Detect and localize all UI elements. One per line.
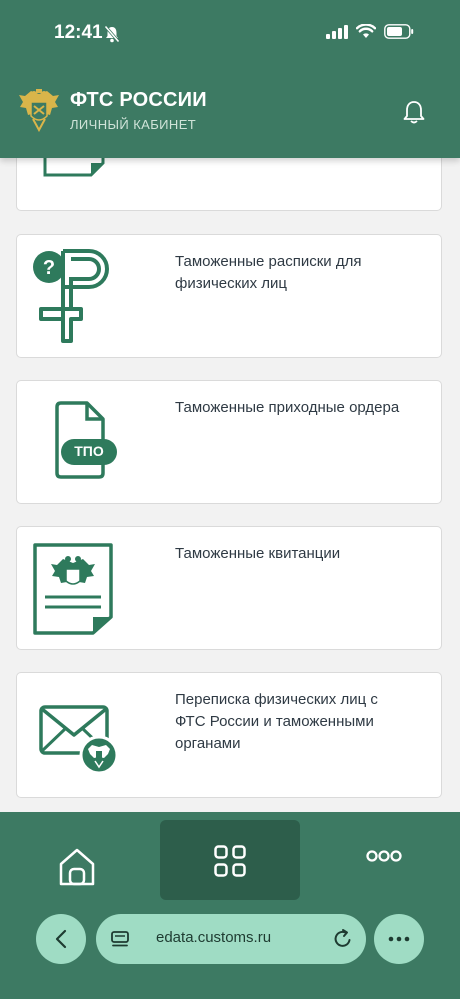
service-card-receipts[interactable]: ? Таможенные расписки для физических лиц [16,234,442,358]
brand-subtitle: ЛИЧНЫЙ КАБИНЕТ [70,117,197,132]
service-card-label: Переписка физических лиц с ФТС России и … [175,691,378,752]
service-card-receipts-kvitancii[interactable]: Таможенные квитанции [16,526,442,650]
status-indicators [326,24,414,39]
service-card-label: Таможенные приходные ордера [175,399,400,416]
app-header: 12:41 ФТС РОССИИ ЛИЧНЫЙ КАБИНЕТ [0,0,460,158]
brand-title: ФТС РОССИИ [70,89,207,111]
home-icon[interactable] [56,846,98,888]
address-bar[interactable]: edata.customs.ru [96,914,366,964]
envelope-emblem-icon [39,705,119,775]
wifi-icon [356,24,376,38]
certificate-document-icon [33,543,113,635]
service-card-label: Таможенные расписки для физических лиц [175,253,362,292]
service-card-orders[interactable]: ТПО Таможенные приходные ордера [16,380,442,504]
browser-back-button[interactable] [36,914,86,964]
battery-icon [384,24,414,39]
grid-icon [214,845,246,877]
chevron-left-icon [55,929,67,949]
more-dots-icon[interactable] [366,850,402,862]
tpo-document-icon [55,401,117,479]
reload-icon[interactable] [332,928,354,950]
service-card-correspondence[interactable]: Переписка физических лиц с ФТС России и … [16,672,442,798]
notifications-bell-icon[interactable] [402,99,426,125]
bell-muted-icon [104,25,120,43]
url-text: edata.customs.ru [156,929,272,946]
signal-icon [326,24,348,39]
eagle-emblem-logo [19,89,59,132]
ellipsis-icon [388,936,410,942]
status-time: 12:41 [54,22,103,43]
browser-menu-button[interactable] [374,914,424,964]
apps-tab-active[interactable] [160,820,300,900]
ruble-question-icon: ? [33,249,109,343]
svg-text:?: ? [43,257,55,279]
bottom-navigation: edata.customs.ru [0,812,460,999]
tpo-badge-text: ТПО [74,443,104,459]
service-card-label: Таможенные квитанции [175,545,341,562]
page-info-icon[interactable] [110,929,130,949]
